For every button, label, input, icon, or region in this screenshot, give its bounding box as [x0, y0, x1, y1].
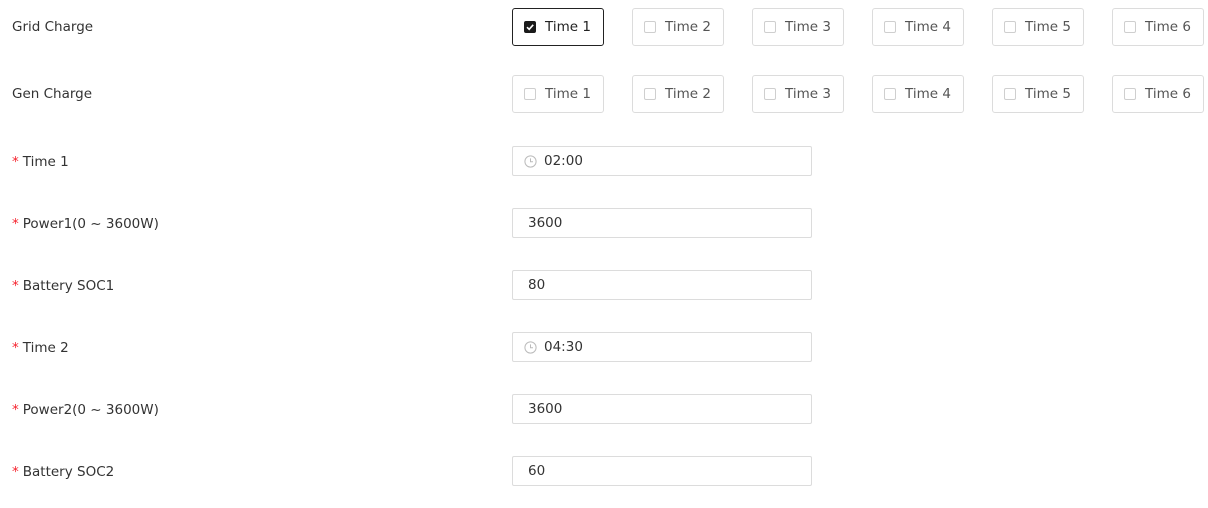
checkbox-label: Time 5 [1025, 19, 1071, 35]
time1-label-text: Time 1 [22, 154, 69, 170]
power2-label-text: Power2(0 ~ 3600W) [22, 402, 159, 418]
soc1-label: * Battery SOC1 [12, 276, 114, 296]
time2-label-text: Time 2 [22, 340, 69, 356]
checkbox-label: Time 1 [545, 19, 591, 35]
power2-input[interactable]: 3600 [512, 394, 812, 424]
checkbox-icon [764, 88, 776, 100]
power1-label: * Power1(0 ~ 3600W) [12, 214, 159, 234]
checkbox-label: Time 4 [905, 86, 951, 102]
time2-label: * Time 2 [12, 338, 69, 358]
grid-charge-time2-checkbox[interactable]: Time 2 [632, 8, 724, 46]
checkbox-icon [1124, 21, 1136, 33]
soc1-value: 80 [528, 277, 546, 293]
time1-label: * Time 1 [12, 152, 69, 172]
checkbox-icon [1004, 88, 1016, 100]
power2-value: 3600 [528, 401, 563, 417]
gen-charge-time2-checkbox[interactable]: Time 2 [632, 75, 724, 113]
power1-value: 3600 [528, 215, 563, 231]
grid-charge-time4-checkbox[interactable]: Time 4 [872, 8, 964, 46]
grid-charge-time6-checkbox[interactable]: Time 6 [1112, 8, 1204, 46]
required-marker: * [12, 464, 19, 480]
checkbox-icon [644, 21, 656, 33]
checkbox-icon [1004, 21, 1016, 33]
power2-label: * Power2(0 ~ 3600W) [12, 400, 159, 420]
checkbox-icon [1124, 88, 1136, 100]
gen-charge-time1-checkbox[interactable]: Time 1 [512, 75, 604, 113]
checkbox-label: Time 2 [665, 86, 711, 102]
checkbox-label: Time 6 [1145, 19, 1191, 35]
gen-charge-time3-checkbox[interactable]: Time 3 [752, 75, 844, 113]
soc2-label-text: Battery SOC2 [22, 464, 115, 480]
checkbox-label: Time 2 [665, 19, 711, 35]
required-marker: * [12, 402, 19, 418]
checkbox-icon [524, 88, 536, 100]
clock-icon [524, 340, 537, 354]
soc2-value: 60 [528, 463, 546, 479]
grid-charge-time3-checkbox[interactable]: Time 3 [752, 8, 844, 46]
gen-charge-label: Gen Charge [12, 86, 93, 102]
soc2-label: * Battery SOC2 [12, 462, 114, 482]
soc1-input[interactable]: 80 [512, 270, 812, 300]
power1-label-text: Power1(0 ~ 3600W) [22, 216, 159, 232]
checkbox-label: Time 3 [785, 86, 831, 102]
power1-input[interactable]: 3600 [512, 208, 812, 238]
time2-value: 04:30 [544, 339, 583, 355]
time1-picker[interactable]: 02:00 [512, 146, 812, 176]
gen-charge-time6-checkbox[interactable]: Time 6 [1112, 75, 1204, 113]
checkbox-icon [524, 21, 536, 33]
required-marker: * [12, 278, 19, 294]
grid-charge-time1-checkbox[interactable]: Time 1 [512, 8, 604, 46]
checkbox-icon [764, 21, 776, 33]
time1-value: 02:00 [544, 153, 583, 169]
gen-charge-time4-checkbox[interactable]: Time 4 [872, 75, 964, 113]
checkbox-icon [884, 21, 896, 33]
required-marker: * [12, 154, 19, 170]
soc1-label-text: Battery SOC1 [22, 278, 115, 294]
time2-picker[interactable]: 04:30 [512, 332, 812, 362]
required-marker: * [12, 340, 19, 356]
checkbox-label: Time 5 [1025, 86, 1071, 102]
checkbox-icon [644, 88, 656, 100]
checkbox-label: Time 1 [545, 86, 591, 102]
gen-charge-time5-checkbox[interactable]: Time 5 [992, 75, 1084, 113]
checkbox-label: Time 4 [905, 19, 951, 35]
checkbox-icon [884, 88, 896, 100]
clock-icon [524, 154, 537, 168]
grid-charge-label: Grid Charge [12, 19, 94, 35]
required-marker: * [12, 216, 19, 232]
checkbox-label: Time 3 [785, 19, 831, 35]
grid-charge-time5-checkbox[interactable]: Time 5 [992, 8, 1084, 46]
checkbox-label: Time 6 [1145, 86, 1191, 102]
soc2-input[interactable]: 60 [512, 456, 812, 486]
